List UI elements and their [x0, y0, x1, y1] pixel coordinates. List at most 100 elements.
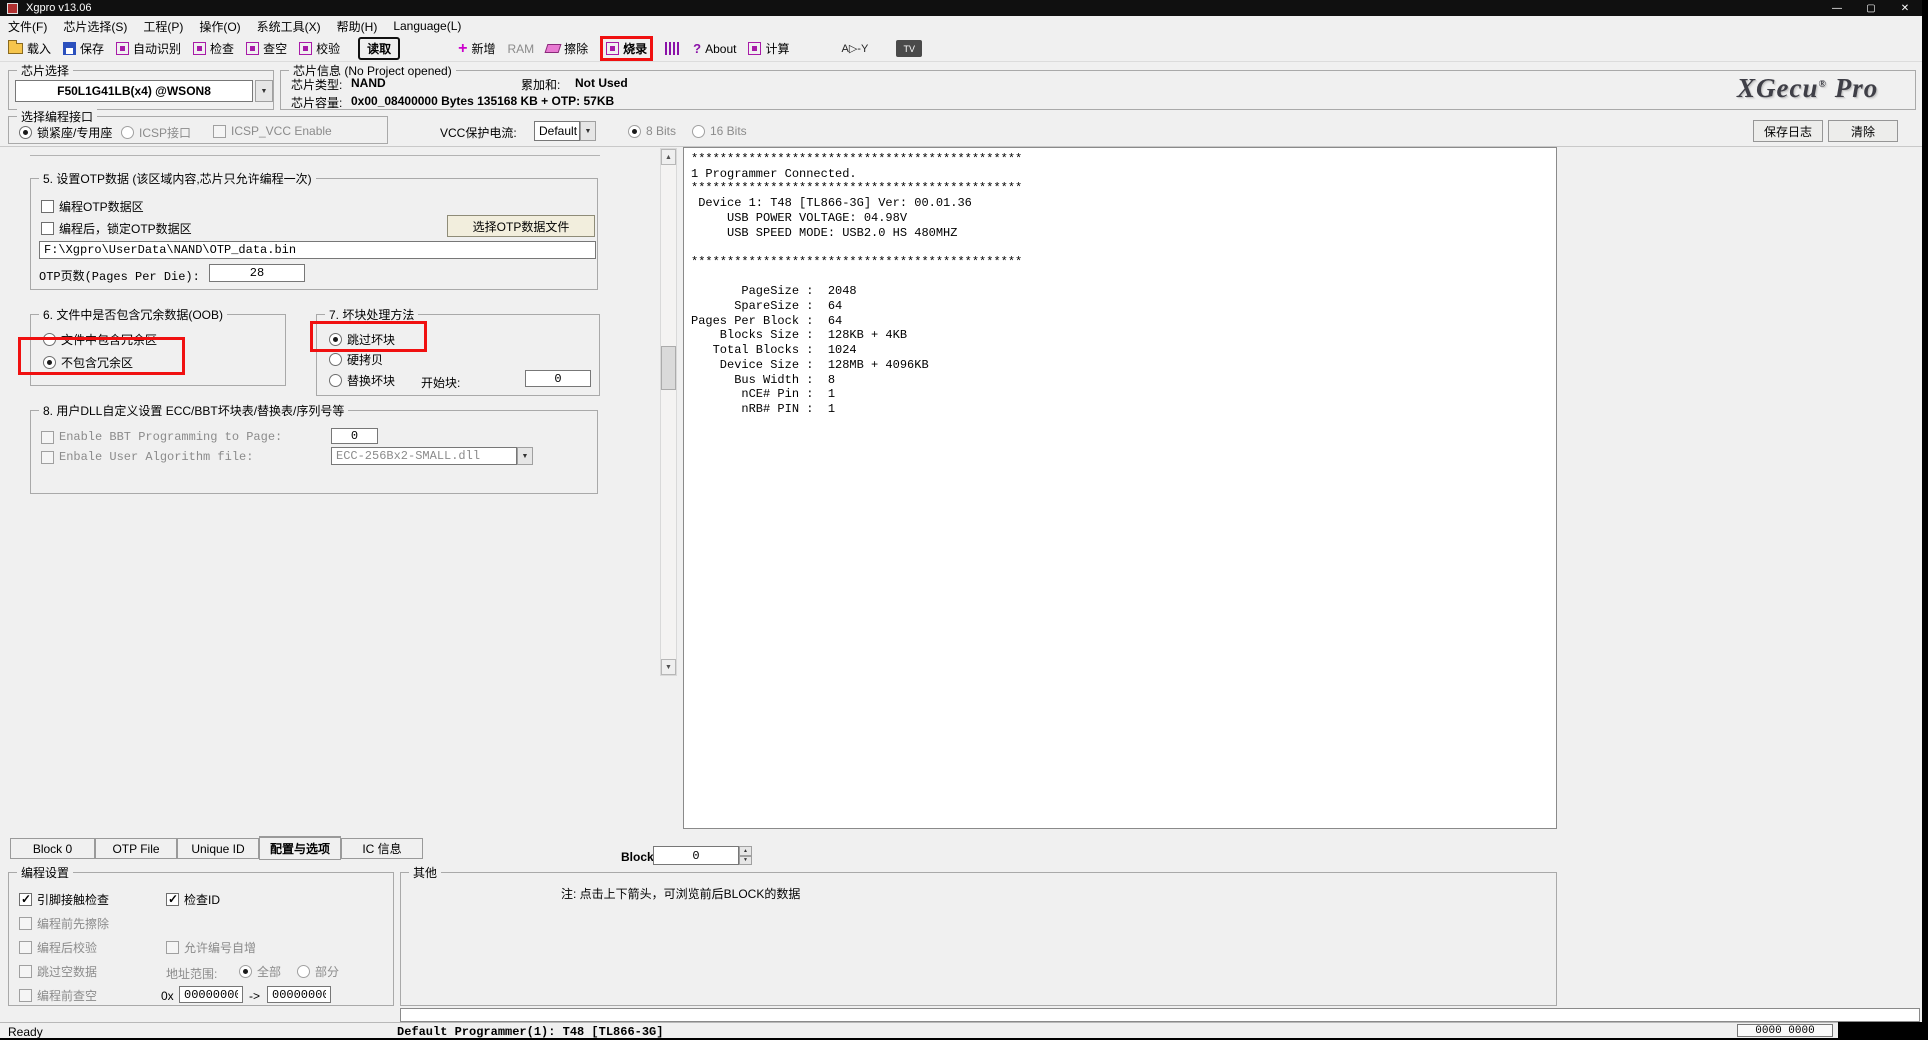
addr-partial-radio[interactable]: 部分	[297, 963, 339, 980]
tab-otp-file[interactable]: OTP File	[95, 838, 177, 859]
load-button[interactable]: 载入	[8, 40, 51, 57]
menu-operation[interactable]: 操作(O)	[191, 18, 248, 35]
logic-test-button[interactable]: A▷-Y	[842, 42, 869, 55]
user-algorithm-checkbox[interactable]: Enbale User Algorithm file:	[41, 450, 253, 464]
icsp-vcc-checkbox[interactable]: ICSP_VCC Enable	[213, 124, 332, 138]
chip-select-dropdown-button[interactable]: ▼	[255, 80, 273, 102]
replace-bad-block-radio[interactable]: 替换坏块	[329, 372, 395, 389]
blank-check-before-label: 编程前查空	[37, 987, 97, 1004]
bits8-radio[interactable]: 8 Bits	[628, 124, 676, 138]
about-button[interactable]: About	[693, 41, 736, 56]
menu-chip-select[interactable]: 芯片选择(S)	[55, 18, 135, 35]
xgpro-window: Xgpro v13.06 — ▢ ✕ 文件(F) 芯片选择(S) 工程(P) 操…	[0, 0, 1922, 1038]
bits16-radio[interactable]: 16 Bits	[692, 124, 747, 138]
auto-increment-checkbox[interactable]: 允许编号自增	[166, 939, 256, 956]
hard-copy-label: 硬拷贝	[347, 351, 383, 368]
bbt-page-input[interactable]	[331, 428, 378, 444]
scrollbar-up-icon[interactable]: ▲	[661, 149, 676, 165]
check-button[interactable]: 检查	[193, 40, 234, 57]
menu-file[interactable]: 文件(F)	[0, 18, 55, 35]
minimize-button[interactable]: —	[1820, 3, 1854, 14]
config-scrollbar[interactable]: ▲ ▼	[660, 148, 677, 676]
addr-from-input[interactable]	[179, 986, 243, 1003]
auto-detect-label: 自动识别	[133, 40, 181, 57]
scrollbar-thumb[interactable]	[661, 346, 676, 390]
scrollbar-down-icon[interactable]: ▼	[661, 659, 676, 675]
check-id-checkbox[interactable]: 检查ID	[166, 891, 220, 908]
log-panel[interactable]: ****************************************…	[683, 147, 1557, 829]
tab-config-options[interactable]: 配置与选项	[259, 836, 341, 860]
add-button[interactable]: 新增	[458, 40, 495, 57]
serial-button[interactable]	[665, 42, 681, 55]
start-block-input[interactable]	[525, 370, 591, 387]
close-button[interactable]: ✕	[1888, 3, 1922, 14]
floppy-icon	[63, 42, 76, 55]
bbt-checkbox[interactable]: Enable BBT Programming to Page:	[41, 430, 282, 444]
save-log-button[interactable]: 保存日志	[1753, 120, 1823, 142]
skip-blank-checkbox[interactable]: 跳过空数据	[19, 963, 97, 980]
menu-help[interactable]: 帮助(H)	[329, 18, 386, 35]
icsp-radio[interactable]: ICSP接口	[121, 124, 191, 141]
erase-button[interactable]: 擦除	[546, 40, 588, 57]
tab-block0[interactable]: Block 0	[10, 838, 95, 859]
block-spinner-value[interactable]: 0	[653, 846, 739, 865]
spinner-up-icon[interactable]: ▲	[739, 846, 752, 856]
barcode-icon	[665, 42, 681, 55]
verify-button[interactable]: 校验	[299, 40, 340, 57]
blank-check-button[interactable]: 查空	[246, 40, 287, 57]
radio-circle	[692, 125, 705, 138]
pin-check-checkbox[interactable]: 引脚接触检查	[19, 891, 109, 908]
auto-detect-icon	[116, 42, 129, 55]
socket-radio[interactable]: 锁紧座/专用座	[19, 124, 112, 141]
verify-after-checkbox[interactable]: 编程后校验	[19, 939, 97, 956]
dll-select[interactable]: ECC-256Bx2-SMALL.dll	[331, 447, 517, 465]
calc-button[interactable]: 计算	[748, 40, 789, 57]
chip-type-value: NAND	[351, 76, 386, 90]
check-icon	[193, 42, 206, 55]
capacity-value: 0x00_08400000 Bytes 135168 KB + OTP: 57K…	[351, 94, 614, 108]
clear-log-button[interactable]: 清除	[1828, 120, 1898, 142]
blank-check-icon	[246, 42, 259, 55]
capacity-label: 芯片容量:	[291, 94, 342, 111]
program-otp-checkbox[interactable]: 编程OTP数据区	[41, 198, 144, 215]
dll-dropdown-arrow-icon[interactable]: ▼	[517, 447, 533, 465]
read-button[interactable]: 读取	[358, 37, 400, 60]
maximize-button[interactable]: ▢	[1854, 3, 1888, 14]
save-button[interactable]: 保存	[63, 40, 104, 57]
menu-project[interactable]: 工程(P)	[135, 18, 191, 35]
addr-all-radio[interactable]: 全部	[239, 963, 281, 980]
chip-select-value[interactable]: F50L1G41LB(x4) @WSON8	[15, 80, 253, 102]
checkbox-box	[166, 893, 179, 906]
ram-button[interactable]: RAM	[507, 42, 534, 56]
auto-detect-button[interactable]: 自动识别	[116, 40, 181, 57]
addr-arrow-label: ->	[249, 989, 260, 1003]
radio-circle	[329, 353, 342, 366]
checkbox-box	[19, 941, 32, 954]
verify-icon	[299, 42, 312, 55]
interface-group: 选择编程接口 锁紧座/专用座 ICSP接口 ICSP_VCC Enable	[8, 116, 388, 144]
tv-button[interactable]: TV	[896, 40, 922, 57]
tab-ic-info[interactable]: IC 信息	[341, 838, 423, 859]
question-icon	[693, 41, 701, 56]
programming-settings-label: 编程设置	[17, 864, 73, 881]
block-spinner-buttons: ▲ ▼	[739, 846, 752, 865]
lock-otp-checkbox[interactable]: 编程后，锁定OTP数据区	[41, 220, 192, 237]
erase-before-checkbox[interactable]: 编程前先擦除	[19, 915, 109, 932]
spinner-down-icon[interactable]: ▼	[739, 856, 752, 866]
menu-language[interactable]: Language(L)	[385, 19, 469, 33]
vcc-current-select[interactable]: Default	[534, 121, 580, 141]
otp-file-path-input[interactable]	[39, 241, 596, 259]
hard-copy-radio[interactable]: 硬拷贝	[329, 351, 383, 368]
tab-unique-id[interactable]: Unique ID	[177, 838, 259, 859]
blank-check-before-checkbox[interactable]: 编程前查空	[19, 987, 97, 1004]
addr-to-input[interactable]	[267, 986, 331, 1003]
vcc-dropdown-arrow-icon[interactable]: ▼	[580, 121, 596, 141]
checkbox-box	[41, 200, 54, 213]
menu-system-tools[interactable]: 系统工具(X)	[249, 18, 329, 35]
chip-select-group-label: 芯片选择	[17, 62, 73, 79]
check-id-label: 检查ID	[184, 891, 220, 908]
otp-pages-input[interactable]	[209, 264, 305, 282]
select-otp-file-button[interactable]: 选择OTP数据文件	[447, 215, 595, 237]
checkbox-box	[19, 965, 32, 978]
program-button[interactable]: 烧录	[600, 36, 653, 61]
